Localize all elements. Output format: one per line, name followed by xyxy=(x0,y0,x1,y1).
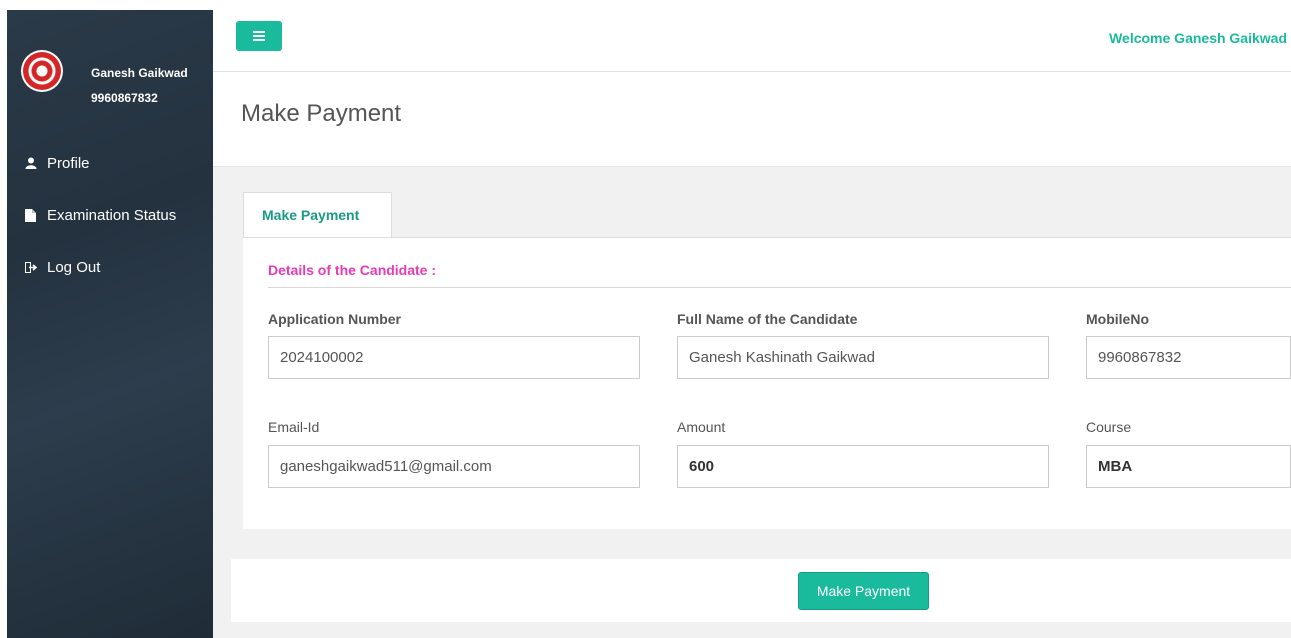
file-icon xyxy=(25,208,47,222)
page-header: Make Payment xyxy=(213,72,1291,167)
amount-field[interactable] xyxy=(677,445,1049,488)
sidebar-item-examination-status[interactable]: Examination Status xyxy=(7,189,213,241)
sidebar-item-log-out[interactable]: Log Out xyxy=(7,241,213,293)
app-root: Ganesh Gaikwad 9960867832 Profile Examin… xyxy=(0,0,1291,638)
amount-label: Amount xyxy=(677,419,726,435)
section-divider xyxy=(268,287,1291,288)
full-name-field[interactable] xyxy=(677,336,1049,379)
sidebar-user-name: Ganesh Gaikwad xyxy=(91,66,188,80)
application-number-field[interactable] xyxy=(268,336,640,379)
top-navbar: Welcome Ganesh Gaikwad xyxy=(213,10,1291,72)
sidebar-item-label: Log Out xyxy=(47,258,101,276)
sidebar: Ganesh Gaikwad 9960867832 Profile Examin… xyxy=(7,10,213,638)
main-content: Welcome Ganesh Gaikwad Make Payment Make… xyxy=(213,10,1291,638)
sidebar-item-label: Profile xyxy=(47,154,90,172)
actions-bar: Make Payment xyxy=(231,559,1291,622)
mobile-number-field[interactable] xyxy=(1086,336,1291,379)
sidebar-nav: Profile Examination Status Log Out xyxy=(7,137,213,293)
section-title: Details of the Candidate : xyxy=(268,262,437,278)
payment-form-panel: Details of the Candidate : Application N… xyxy=(243,237,1291,529)
hamburger-icon xyxy=(253,29,265,44)
sidebar-user-phone: 9960867832 xyxy=(91,91,158,105)
logout-icon xyxy=(25,261,47,273)
sidebar-item-profile[interactable]: Profile xyxy=(7,137,213,189)
user-icon xyxy=(25,157,47,169)
menu-toggle-button[interactable] xyxy=(236,21,282,51)
full-name-label: Full Name of the Candidate xyxy=(677,311,858,327)
email-field[interactable] xyxy=(268,445,640,488)
email-label: Email-Id xyxy=(268,419,320,435)
course-label: Course xyxy=(1086,419,1132,435)
make-payment-button[interactable]: Make Payment xyxy=(798,572,929,610)
application-number-label: Application Number xyxy=(268,311,402,327)
sidebar-item-label: Examination Status xyxy=(47,206,177,224)
tab-make-payment[interactable]: Make Payment xyxy=(243,192,392,238)
course-field[interactable] xyxy=(1086,445,1291,488)
institution-logo xyxy=(21,50,63,92)
mobile-number-label: MobileNo xyxy=(1086,311,1149,327)
welcome-text: Welcome Ganesh Gaikwad xyxy=(1109,30,1287,46)
page-title: Make Payment xyxy=(241,100,402,127)
